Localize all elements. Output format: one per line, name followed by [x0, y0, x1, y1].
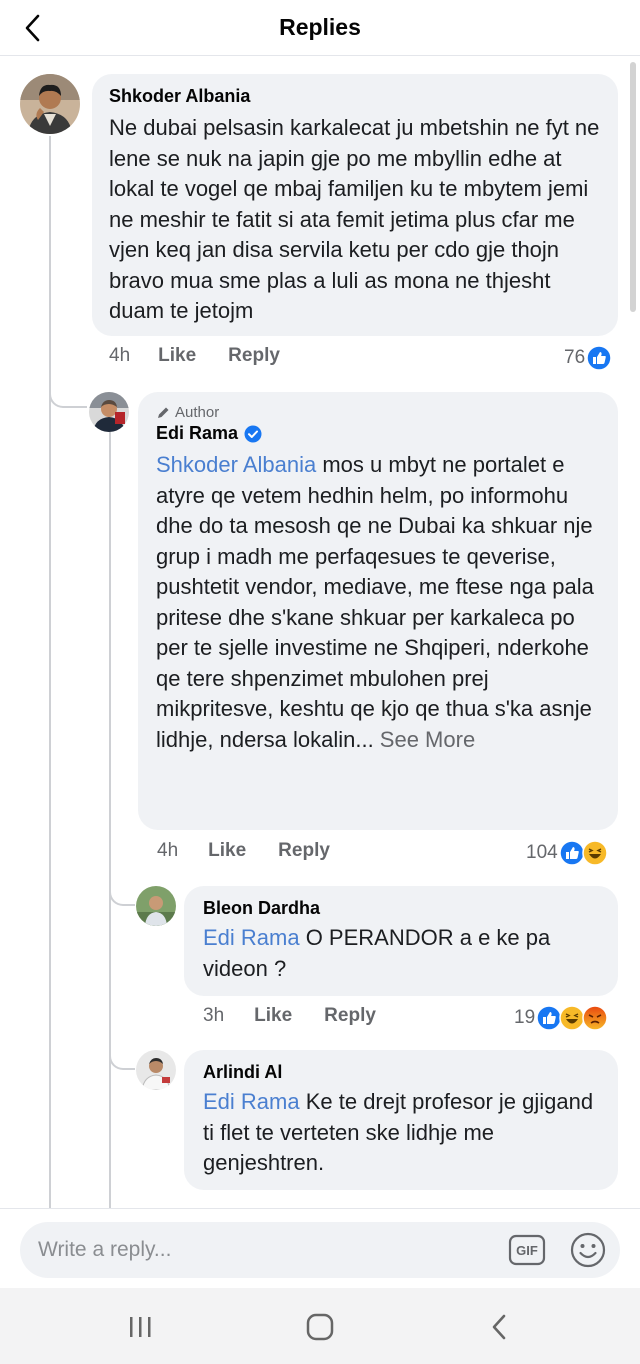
thread-branch	[109, 1042, 135, 1070]
author-label: Author	[175, 404, 220, 421]
like-button[interactable]: Like	[254, 1005, 292, 1027]
header: Replies	[0, 0, 640, 56]
reaction-summary[interactable]: 19	[514, 1005, 608, 1031]
comment-text: Edi Rama Ke te drejt profesor je gjigand…	[203, 1087, 602, 1179]
recent-apps-button[interactable]	[120, 1310, 160, 1344]
comment-time: 4h	[109, 345, 131, 366]
gif-label: GIF	[516, 1243, 538, 1258]
angry-reaction-icon	[582, 1005, 608, 1031]
comment-bubble[interactable]: Arlindi Al Edi Rama Ke te drejt profesor…	[184, 1050, 618, 1190]
scrollbar[interactable]	[630, 62, 636, 312]
like-button[interactable]: Like	[158, 345, 196, 367]
avatar[interactable]	[89, 392, 129, 432]
comment-actions: 4h Like Reply	[109, 345, 280, 367]
like-button[interactable]: Like	[208, 840, 246, 862]
reaction-count: 104	[526, 842, 558, 863]
comment-text: Shkoder Albania mos u mbyt ne portalet e…	[156, 450, 602, 755]
thread-branch	[49, 380, 87, 408]
comment-bubble[interactable]: Author Edi Rama Shkoder Albania mos u mb…	[138, 392, 618, 830]
thread-line-main	[49, 136, 51, 1208]
system-navigation-bar	[0, 1288, 640, 1364]
verified-badge-icon	[244, 425, 262, 442]
commenter-name[interactable]: Shkoder Albania	[109, 86, 602, 107]
see-more-link[interactable]: See More	[374, 727, 475, 752]
comment-time: 3h	[203, 1005, 225, 1026]
avatar[interactable]	[20, 74, 80, 134]
gif-button[interactable]: GIF	[508, 1233, 546, 1267]
reply-button[interactable]: Reply	[228, 345, 280, 367]
thread-line-reply	[109, 432, 111, 1208]
recent-apps-icon	[130, 1317, 151, 1337]
reply-composer: GIF	[0, 1208, 640, 1288]
comment-bubble[interactable]: Shkoder Albania Ne dubai pelsasin karkal…	[92, 74, 618, 336]
reaction-summary[interactable]: 104	[526, 840, 608, 866]
system-back-button[interactable]	[480, 1310, 520, 1344]
reaction-summary[interactable]: 76	[564, 345, 612, 371]
comment-bubble[interactable]: Bleon Dardha Edi Rama O PERANDOR a e ke …	[184, 886, 618, 996]
comment-time: 4h	[157, 840, 179, 861]
commenter-name[interactable]: Edi Rama	[156, 423, 602, 444]
reply-button[interactable]: Reply	[324, 1005, 376, 1027]
back-icon	[492, 1314, 506, 1340]
comment-actions: 3h Like Reply	[203, 1005, 376, 1027]
page-title: Replies	[279, 14, 361, 40]
commenter-name-text: Edi Rama	[156, 423, 239, 443]
reaction-count: 19	[514, 1007, 536, 1028]
comment-body: mos u mbyt ne portalet e atyre qe vetem …	[156, 452, 594, 752]
reaction-count: 76	[564, 347, 586, 368]
thread-branch	[109, 878, 135, 906]
author-tag: Author	[156, 404, 602, 421]
mention-link[interactable]: Edi Rama	[203, 1089, 300, 1114]
reply-button[interactable]: Reply	[278, 840, 330, 862]
comment-actions: 4h Like Reply	[157, 840, 330, 862]
pencil-icon	[158, 407, 169, 418]
gif-icon: GIF	[508, 1234, 546, 1266]
avatar[interactable]	[136, 886, 176, 926]
home-icon	[306, 1313, 334, 1341]
mention-link[interactable]: Shkoder Albania	[156, 452, 316, 477]
haha-reaction-icon	[581, 840, 608, 866]
emoji-button[interactable]	[569, 1231, 607, 1269]
like-reaction-icon	[586, 345, 612, 371]
avatar[interactable]	[136, 1050, 176, 1090]
mention-link[interactable]: Edi Rama	[203, 925, 300, 950]
comment-text: Edi Rama O PERANDOR a e ke pa videon ?	[203, 923, 602, 984]
home-button[interactable]	[300, 1310, 340, 1344]
comment-text: Ne dubai pelsasin karkalecat ju mbetshin…	[109, 115, 600, 323]
commenter-name[interactable]: Arlindi Al	[203, 1062, 602, 1083]
commenter-name[interactable]: Bleon Dardha	[203, 898, 602, 919]
smiley-icon	[570, 1232, 606, 1268]
